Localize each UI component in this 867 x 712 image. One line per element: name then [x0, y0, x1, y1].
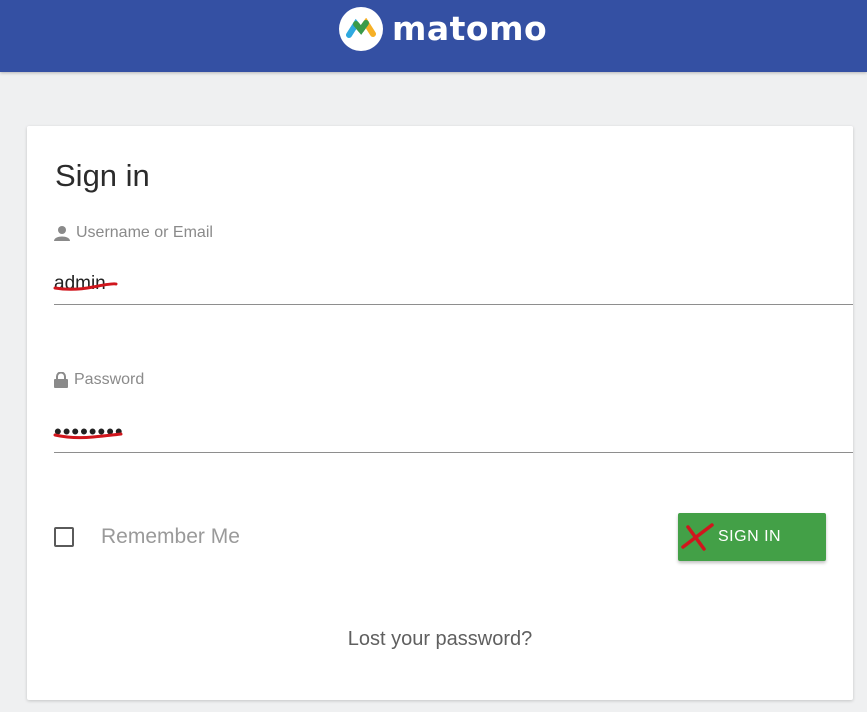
password-label-text: Password [74, 371, 145, 388]
matomo-logo-icon [339, 7, 383, 51]
login-card: Sign in Username or Email Password Remem… [27, 126, 853, 700]
top-bar: matomo [0, 0, 867, 72]
lock-icon [54, 372, 68, 388]
brand[interactable]: matomo [339, 7, 547, 51]
brand-name: matomo [392, 9, 548, 48]
password-label: Password [54, 371, 144, 389]
remember-me[interactable]: Remember Me [54, 525, 240, 549]
red-x-annotation [681, 523, 714, 551]
username-label: Username or Email [54, 224, 213, 242]
remember-me-label: Remember Me [101, 525, 240, 548]
sign-in-button[interactable]: SIGN IN [678, 513, 826, 561]
lost-password-link[interactable]: Lost your password? [27, 628, 853, 651]
username-label-text: Username or Email [76, 224, 213, 241]
password-input[interactable] [54, 412, 853, 453]
user-icon [54, 226, 70, 241]
remember-me-checkbox[interactable] [54, 527, 74, 547]
username-input[interactable] [54, 264, 853, 305]
page-title: Sign in [55, 158, 150, 193]
sign-in-label: SIGN IN [718, 528, 782, 545]
